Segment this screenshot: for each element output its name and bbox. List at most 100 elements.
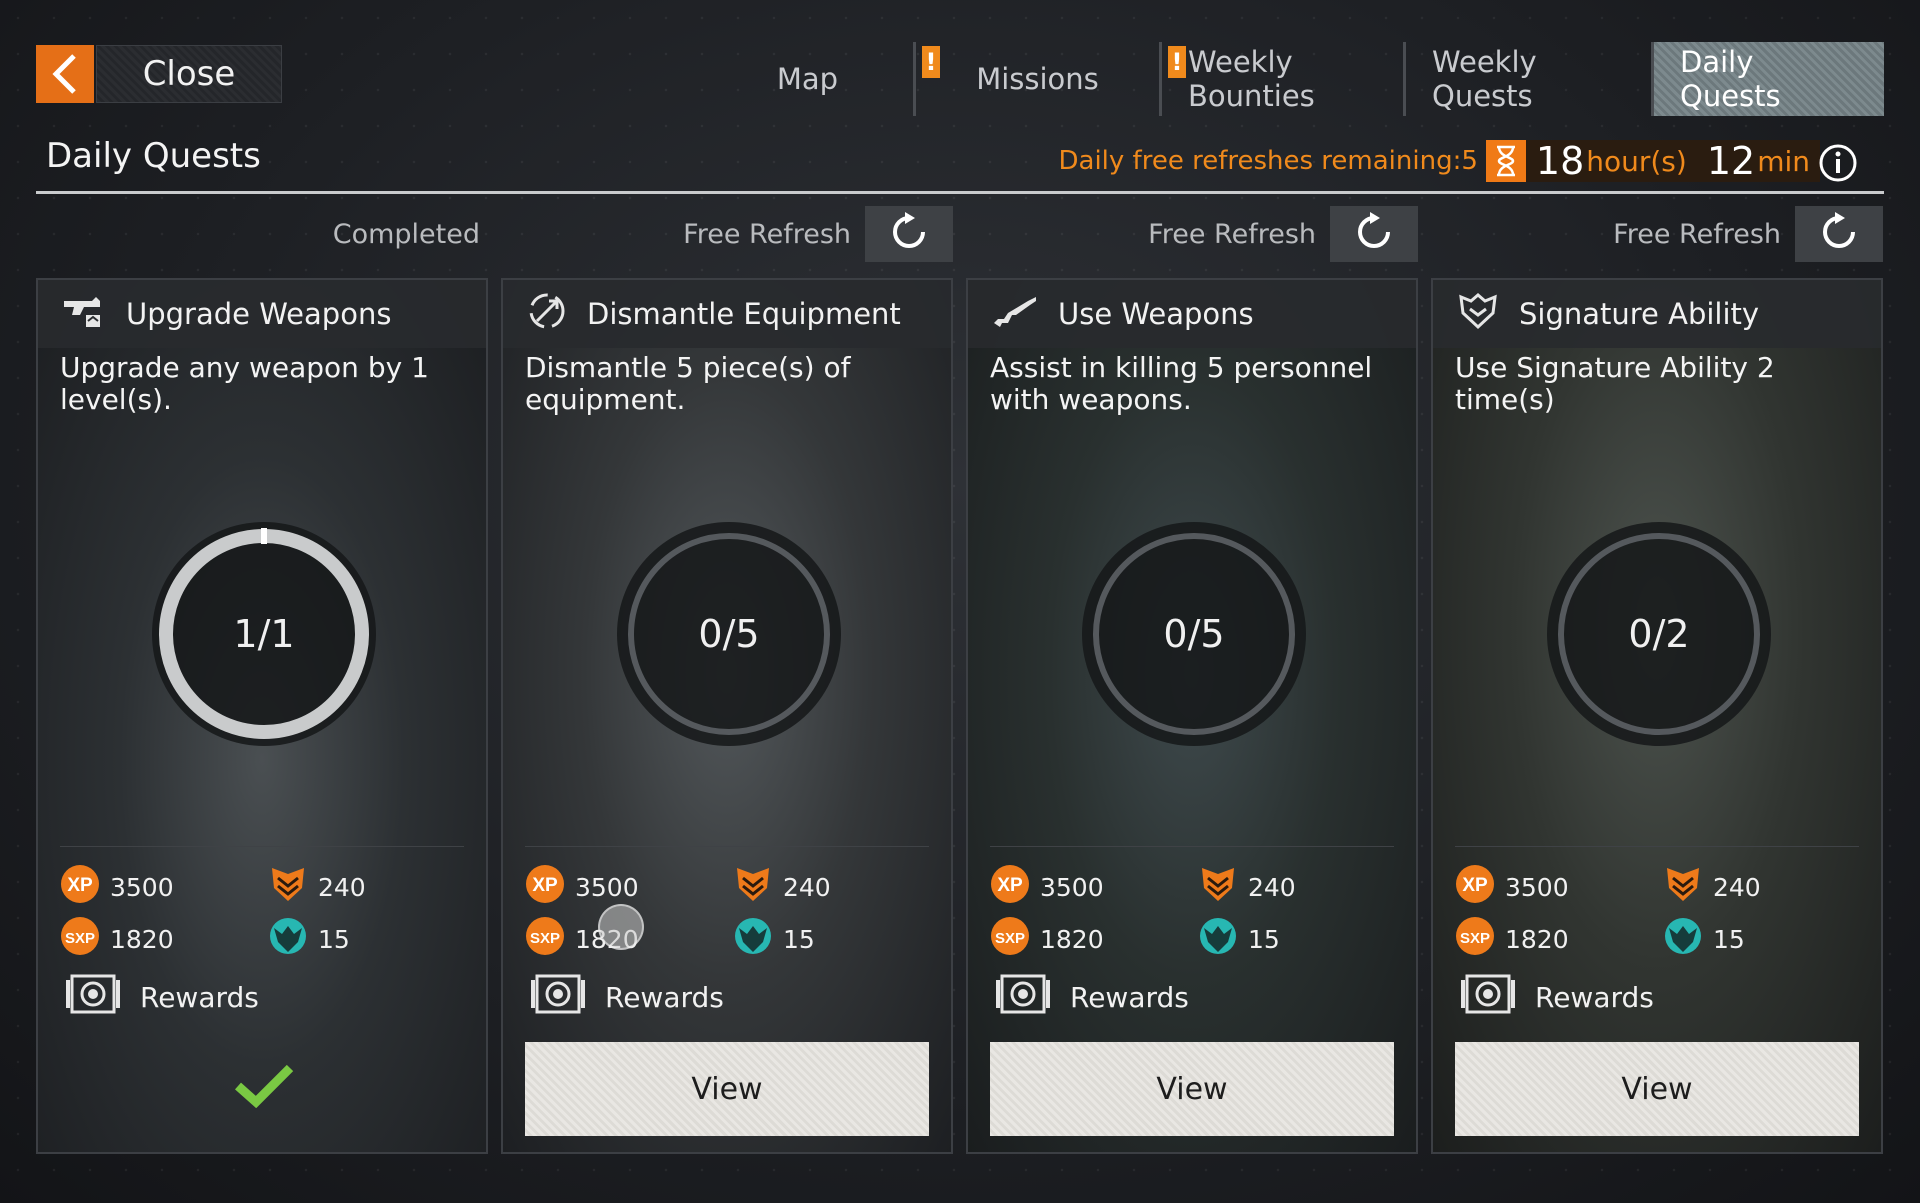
quest-title: Use Weapons	[1058, 297, 1254, 331]
credits-reward: 240	[268, 864, 366, 910]
rewards-icon	[994, 972, 1052, 1023]
rewards-label: Rewards	[1535, 981, 1654, 1014]
tab-label: Weekly Quests	[1432, 45, 1537, 113]
rewards-divider	[990, 846, 1394, 847]
rewards-link[interactable]: Rewards	[64, 972, 259, 1023]
xp-reward: XP 3500	[1455, 864, 1569, 910]
view-button[interactable]: View	[1455, 1042, 1859, 1136]
progress-ring: 0/5	[609, 514, 849, 754]
rewards-icon	[64, 972, 122, 1023]
xp-reward: XP 3500	[990, 864, 1104, 910]
tab-weekly-bounties[interactable]: ! Weekly Bounties	[1162, 42, 1406, 116]
free-refresh-label: Free Refresh	[1613, 218, 1781, 250]
sxp-reward: SXP 1820	[990, 916, 1104, 962]
rewards-link[interactable]: Rewards	[529, 972, 724, 1023]
tab-bar: Map ! Missions ! Weekly Bounties Weekly …	[702, 42, 1884, 116]
rewards-divider	[60, 846, 464, 847]
credits-icon	[268, 864, 308, 910]
quest-description: Assist in killing 5 personnel with weapo…	[990, 351, 1373, 416]
free-refresh-button[interactable]	[1330, 206, 1418, 262]
free-refresh-label: Free Refresh	[1148, 218, 1316, 250]
quest-title: Signature Ability	[1519, 297, 1760, 331]
timer-minutes: 12	[1706, 139, 1756, 183]
token-value: 15	[1713, 924, 1745, 954]
close-button[interactable]: Close	[96, 45, 282, 103]
rewards-link[interactable]: Rewards	[994, 972, 1189, 1023]
sxp-reward: SXP 1820	[1455, 916, 1569, 962]
token-value: 15	[1248, 924, 1280, 954]
quest-card: Upgrade Weapons Upgrade any weapon by 1 …	[36, 278, 488, 1154]
status-label: Completed	[332, 218, 480, 250]
token-icon	[1198, 916, 1238, 962]
refresh-icon	[1352, 210, 1396, 258]
status-completed: Completed	[36, 206, 488, 262]
refresh-info: Daily free refreshes remaining:5 18 hour…	[1059, 139, 1820, 183]
tab-missions[interactable]: ! Missions	[916, 42, 1162, 116]
quest-card-header: Signature Ability	[1433, 280, 1881, 348]
progress-text: 0/5	[698, 612, 760, 656]
info-icon[interactable]	[1818, 143, 1858, 187]
free-refresh-row: Free Refresh	[966, 206, 1418, 262]
tab-daily-quests[interactable]: Daily Quests	[1654, 42, 1884, 116]
quest-card-header: Use Weapons	[968, 280, 1416, 348]
credits-value: 240	[318, 872, 366, 902]
progress-ring: 1/1	[144, 514, 384, 754]
rewards-icon	[1459, 972, 1517, 1023]
quest-card: Dismantle Equipment Dismantle 5 piece(s)…	[501, 278, 953, 1154]
tab-map[interactable]: Map	[702, 42, 916, 116]
view-button[interactable]: View	[990, 1042, 1394, 1136]
view-button[interactable]: View	[525, 1042, 929, 1136]
credits-icon	[1198, 864, 1238, 910]
sxp-icon: SXP	[990, 916, 1030, 962]
credits-value: 240	[1713, 872, 1761, 902]
tab-weekly-quests[interactable]: Weekly Quests	[1406, 42, 1654, 116]
svg-text:SXP: SXP	[65, 930, 95, 947]
rewards-divider	[1455, 846, 1859, 847]
progress-ring: 0/2	[1539, 514, 1779, 754]
chevron-left-icon	[52, 54, 76, 94]
sxp-icon: SXP	[60, 916, 100, 962]
token-icon	[733, 916, 773, 962]
free-refresh-row: Free Refresh	[501, 206, 953, 262]
svg-text:XP: XP	[997, 875, 1023, 896]
xp-icon: XP	[60, 864, 100, 910]
svg-text:XP: XP	[532, 875, 558, 896]
xp-icon: XP	[1455, 864, 1495, 910]
credits-icon	[733, 864, 773, 910]
credits-reward: 240	[733, 864, 831, 910]
free-refresh-button[interactable]	[865, 206, 953, 262]
sxp-value: 1820	[1040, 924, 1104, 954]
progress-text: 0/5	[1163, 612, 1225, 656]
svg-text:SXP: SXP	[1460, 930, 1490, 947]
tab-label: Weekly Bounties	[1188, 45, 1315, 113]
token-value: 15	[318, 924, 350, 954]
quest-description: Dismantle 5 piece(s) of equipment.	[525, 351, 851, 416]
quest-card-header: Upgrade Weapons	[38, 280, 486, 348]
quest-card: Use Weapons Assist in killing 5 personne…	[966, 278, 1418, 1154]
free-refresh-button[interactable]	[1795, 206, 1883, 262]
token-reward: 15	[733, 916, 815, 962]
token-reward: 15	[268, 916, 350, 962]
refresh-icon	[1817, 210, 1861, 258]
xp-icon: XP	[990, 864, 1030, 910]
xp-value: 3500	[1040, 872, 1104, 902]
quest-description: Use Signature Ability 2 time(s)	[1455, 351, 1775, 416]
tab-label: Daily Quests	[1680, 45, 1781, 113]
rewards-link[interactable]: Rewards	[1459, 972, 1654, 1023]
quest-title: Dismantle Equipment	[587, 297, 901, 331]
alert-badge: !	[922, 46, 940, 78]
progress-ring: 0/5	[1074, 514, 1314, 754]
quest-description: Upgrade any weapon by 1 level(s).	[60, 351, 429, 416]
rewards-label: Rewards	[605, 981, 724, 1014]
credits-reward: 240	[1198, 864, 1296, 910]
credits-reward: 240	[1663, 864, 1761, 910]
upgrade-weapon-icon	[62, 291, 106, 338]
sxp-value: 1820	[110, 924, 174, 954]
xp-icon: XP	[525, 864, 565, 910]
credits-value: 240	[1248, 872, 1296, 902]
back-button[interactable]	[36, 45, 94, 103]
dismantle-icon	[527, 291, 567, 338]
sxp-icon: SXP	[1455, 916, 1495, 962]
svg-text:SXP: SXP	[995, 930, 1025, 947]
header-divider	[36, 191, 1884, 194]
